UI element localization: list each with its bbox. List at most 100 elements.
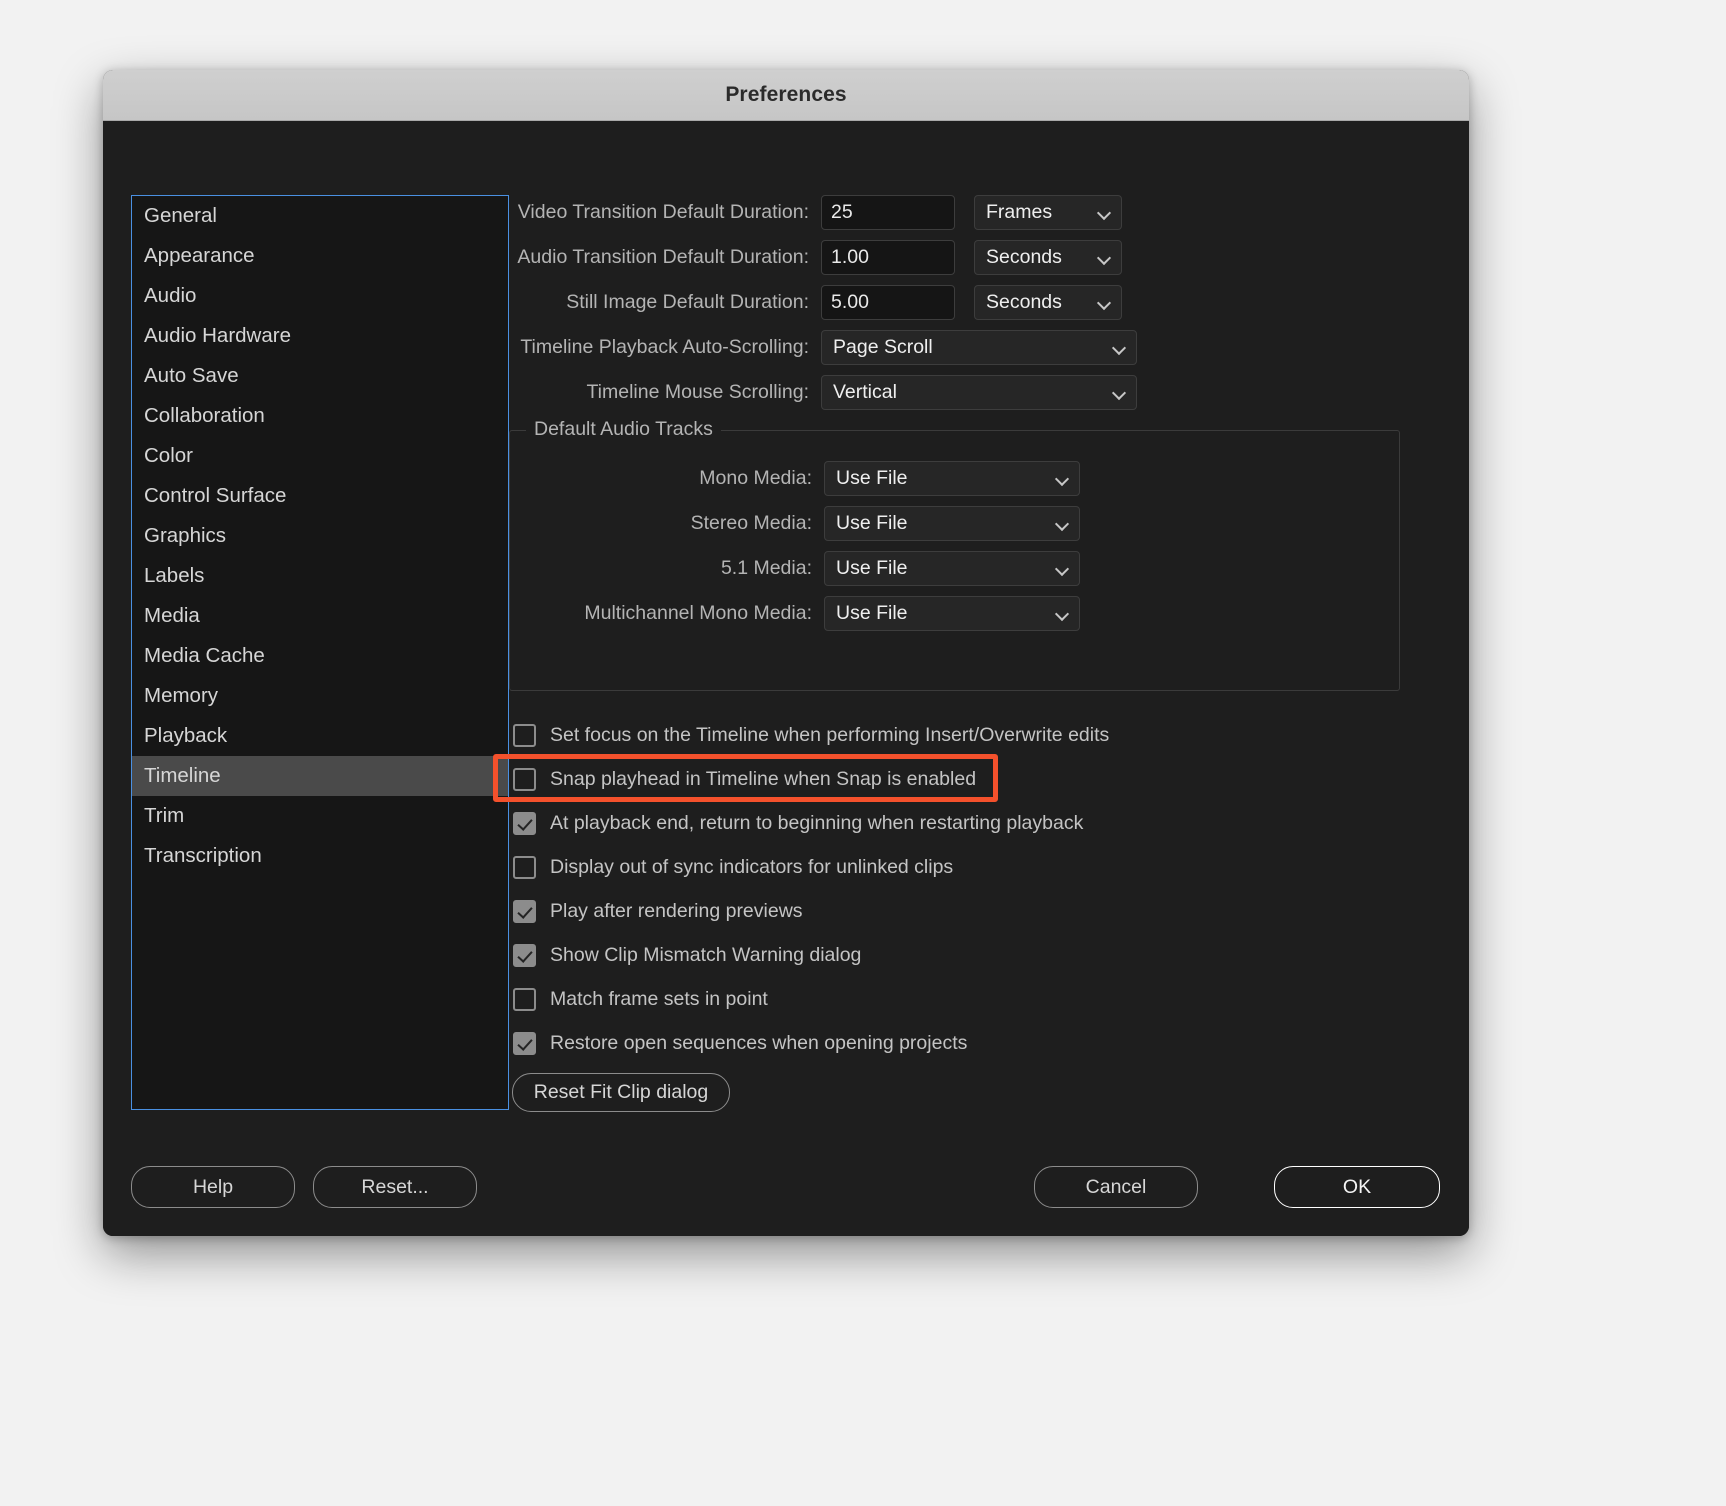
sidebar-item-label: Collaboration bbox=[144, 404, 265, 427]
sidebar-item-label: Audio bbox=[144, 284, 197, 307]
audio-track-select[interactable]: Use File bbox=[824, 506, 1080, 541]
sidebar-item-label: Control Surface bbox=[144, 484, 287, 507]
help-button[interactable]: Help bbox=[131, 1166, 295, 1208]
field-label: Mono Media: bbox=[699, 467, 812, 489]
sidebar-item-appearance[interactable]: Appearance bbox=[132, 236, 508, 276]
duration-unit-value: Frames bbox=[986, 201, 1053, 223]
sidebar-item-label: Media Cache bbox=[144, 644, 265, 667]
chevron-down-icon bbox=[1056, 607, 1069, 620]
sidebar-item-playback[interactable]: Playback bbox=[132, 716, 508, 756]
checkbox-unchecked-icon[interactable] bbox=[513, 855, 536, 879]
sidebar-item-label: Memory bbox=[144, 684, 219, 707]
cancel-button[interactable]: Cancel bbox=[1034, 1166, 1198, 1208]
sidebar-item-audio[interactable]: Audio bbox=[132, 276, 508, 316]
default-audio-tracks-group: Default Audio Tracks Mono Media: Use File… bbox=[509, 418, 1400, 691]
checkbox-row[interactable]: Show Clip Mismatch Warning dialog bbox=[509, 933, 1449, 977]
checkbox-checked-icon[interactable] bbox=[513, 811, 536, 835]
audio-track-select[interactable]: Use File bbox=[824, 461, 1080, 496]
field-label: 5.1 Media: bbox=[720, 557, 812, 579]
checkbox-unchecked-icon[interactable] bbox=[513, 987, 536, 1011]
preferences-category-list[interactable]: General Appearance Audio Audio Hardware Auto… bbox=[131, 195, 509, 1110]
checkbox-checked-icon[interactable] bbox=[513, 899, 536, 923]
timeline-options-checklist: Set focus on the Timeline when performin… bbox=[493, 713, 1449, 1065]
checkbox-row[interactable]: Restore open sequences when opening proj… bbox=[509, 1021, 1449, 1065]
field-label: Timeline Playback Auto-Scrolling: bbox=[520, 336, 809, 358]
duration-unit-select[interactable]: Frames bbox=[974, 195, 1122, 230]
checkbox-label: Set focus on the Timeline when performin… bbox=[550, 723, 1110, 746]
sidebar-item-label: Playback bbox=[144, 724, 228, 747]
scrolling-value: Vertical bbox=[833, 381, 897, 403]
audio-track-select[interactable]: Use File bbox=[824, 551, 1080, 586]
sidebar-item-auto-save[interactable]: Auto Save bbox=[132, 356, 508, 396]
checkbox-label: Play after rendering previews bbox=[550, 899, 803, 922]
duration-input[interactable]: 25 bbox=[821, 195, 955, 230]
checkbox-row[interactable]: At playback end, return to beginning whe… bbox=[509, 801, 1449, 845]
sidebar-item-label: Auto Save bbox=[144, 364, 239, 387]
duration-row: Video Transition Default Duration: 25 Fram… bbox=[509, 195, 1449, 230]
scrolling-row: Timeline Mouse Scrolling: Vertical bbox=[509, 375, 1449, 410]
checkbox-row[interactable]: Snap playhead in Timeline when Snap is e… bbox=[493, 754, 1449, 802]
audio-track-value: Use File bbox=[836, 512, 908, 534]
scrolling-value: Page Scroll bbox=[833, 336, 933, 358]
sidebar-item-graphics[interactable]: Graphics bbox=[132, 516, 508, 556]
audio-track-row: Mono Media: Use File bbox=[510, 461, 1399, 496]
scrolling-select[interactable]: Vertical bbox=[821, 375, 1137, 410]
reset-button[interactable]: Reset... bbox=[313, 1166, 477, 1208]
sidebar-item-color[interactable]: Color bbox=[132, 436, 508, 476]
sidebar-item-media-cache[interactable]: Media Cache bbox=[132, 636, 508, 676]
sidebar-item-general[interactable]: General bbox=[132, 196, 508, 236]
duration-input[interactable]: 1.00 bbox=[821, 240, 955, 275]
sidebar-item-label: Timeline bbox=[144, 764, 221, 787]
sidebar-item-label: Audio Hardware bbox=[144, 324, 291, 347]
sidebar-item-label: Graphics bbox=[144, 524, 227, 547]
sidebar-item-collaboration[interactable]: Collaboration bbox=[132, 396, 508, 436]
ok-button[interactable]: OK bbox=[1274, 1166, 1440, 1208]
checkbox-checked-icon[interactable] bbox=[513, 943, 536, 967]
preferences-content-pane: Video Transition Default Duration: 25 Fram… bbox=[493, 195, 1449, 1112]
sidebar-item-label: Transcription bbox=[144, 844, 262, 867]
checkbox-label: Restore open sequences when opening proj… bbox=[550, 1031, 968, 1054]
duration-row: Still Image Default Duration: 5.00 Seconds bbox=[509, 285, 1449, 320]
sidebar-item-control-surface[interactable]: Control Surface bbox=[132, 476, 508, 516]
preferences-dialog: Preferences General Appearance Audio Audio … bbox=[103, 70, 1469, 1236]
chevron-down-icon bbox=[1056, 472, 1069, 485]
checkbox-unchecked-icon[interactable] bbox=[513, 723, 536, 747]
sidebar-item-media[interactable]: Media bbox=[132, 596, 508, 636]
duration-input[interactable]: 5.00 bbox=[821, 285, 955, 320]
checkbox-checked-icon[interactable] bbox=[513, 1031, 536, 1055]
audio-track-value: Use File bbox=[836, 557, 908, 579]
duration-unit-select[interactable]: Seconds bbox=[974, 240, 1122, 275]
field-label: Timeline Mouse Scrolling: bbox=[586, 381, 809, 403]
checkbox-row[interactable]: Match frame sets in point bbox=[509, 977, 1449, 1021]
checkbox-row[interactable]: Play after rendering previews bbox=[509, 889, 1449, 933]
checkbox-row[interactable]: Set focus on the Timeline when performin… bbox=[509, 713, 1449, 757]
default-audio-tracks-title: Default Audio Tracks bbox=[526, 418, 721, 441]
sidebar-item-audio-hardware[interactable]: Audio Hardware bbox=[132, 316, 508, 356]
duration-unit-select[interactable]: Seconds bbox=[974, 285, 1122, 320]
sidebar-item-trim[interactable]: Trim bbox=[132, 796, 508, 836]
checkbox-row[interactable]: Display out of sync indicators for unlin… bbox=[509, 845, 1449, 889]
audio-track-value: Use File bbox=[836, 602, 908, 624]
scrolling-select[interactable]: Page Scroll bbox=[821, 330, 1137, 365]
checkbox-unchecked-icon[interactable] bbox=[513, 767, 536, 791]
checkbox-label: Display out of sync indicators for unlin… bbox=[550, 855, 954, 878]
sidebar-item-label: Appearance bbox=[144, 244, 255, 267]
reset-fit-clip-dialog-button[interactable]: Reset Fit Clip dialog bbox=[512, 1073, 730, 1112]
sidebar-item-memory[interactable]: Memory bbox=[132, 676, 508, 716]
chevron-down-icon bbox=[1056, 517, 1069, 530]
sidebar-item-label: Media bbox=[144, 604, 200, 627]
sidebar-item-labels[interactable]: Labels bbox=[132, 556, 508, 596]
duration-unit-value: Seconds bbox=[986, 246, 1062, 268]
sidebar-item-label: General bbox=[144, 204, 217, 227]
checkbox-label: At playback end, return to beginning whe… bbox=[550, 811, 1084, 834]
dialog-footer: Help Reset... Cancel OK bbox=[103, 1166, 1469, 1210]
dialog-body: General Appearance Audio Audio Hardware Auto… bbox=[103, 121, 1469, 1236]
audio-track-select[interactable]: Use File bbox=[824, 596, 1080, 631]
duration-settings-group: Video Transition Default Duration: 25 Fram… bbox=[509, 195, 1449, 320]
sidebar-item-transcription[interactable]: Transcription bbox=[132, 836, 508, 876]
chevron-down-icon bbox=[1098, 206, 1111, 219]
audio-track-row: Multichannel Mono Media: Use File bbox=[510, 596, 1399, 631]
chevron-down-icon bbox=[1113, 341, 1126, 354]
chevron-down-icon bbox=[1113, 386, 1126, 399]
sidebar-item-timeline[interactable]: Timeline bbox=[132, 756, 508, 796]
